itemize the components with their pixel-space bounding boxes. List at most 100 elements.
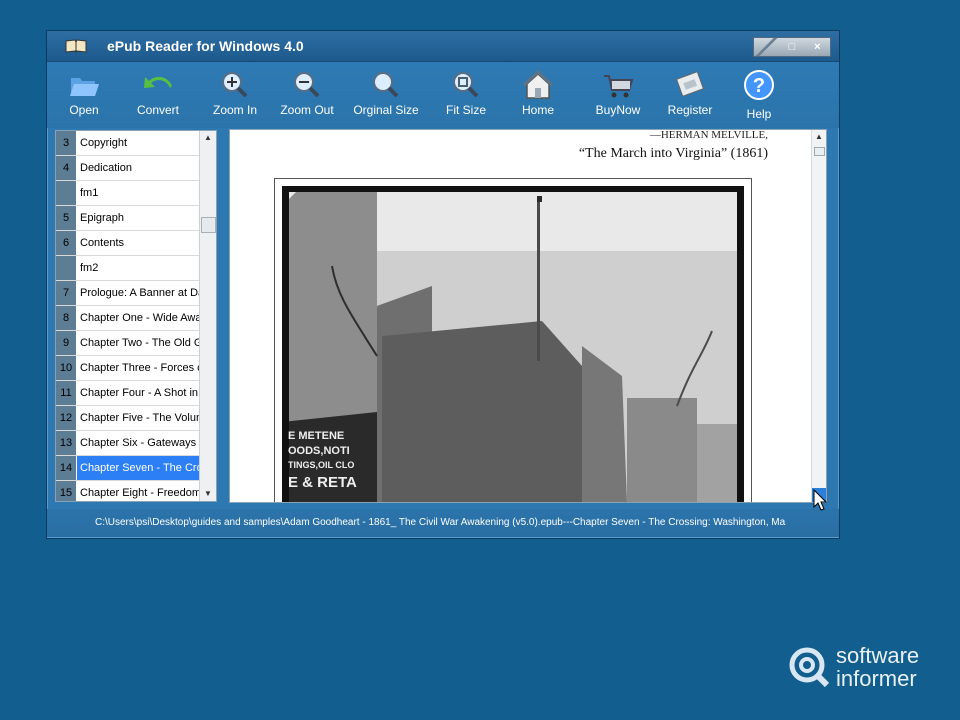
open-button[interactable]: Open	[48, 70, 120, 126]
toc-item[interactable]: 5 Epigraph	[56, 206, 216, 231]
photo-sign-text-2: OODS,NOTI	[288, 445, 350, 457]
software-informer-logo-icon	[789, 647, 830, 688]
toc-item[interactable]: 15 Chapter Eight - Freedom	[56, 481, 216, 501]
toc-item-number: 9	[56, 331, 77, 355]
toc-item-number: 5	[56, 206, 77, 230]
fit-size-button[interactable]: Fit Size	[430, 70, 502, 126]
register-icon	[675, 71, 705, 97]
toc-item-title: Chapter Four - A Shot in	[80, 387, 199, 399]
toc-item-title: fm1	[80, 187, 99, 199]
reader-scrollbar[interactable]: ▲	[811, 130, 826, 502]
scroll-up-arrow[interactable]: ▲	[200, 131, 216, 145]
photo-sign-text-4: E & RETA	[288, 474, 357, 491]
register-label: Register	[667, 103, 713, 117]
toc-item[interactable]: 11 Chapter Four - A Shot in	[56, 381, 216, 406]
toc-item[interactable]: fm1	[56, 181, 216, 206]
help-icon: ?	[744, 70, 774, 100]
reader-pane: —HERMAN MELVILLE, “The March into Virgin…	[229, 129, 827, 503]
toc-item-title: Prologue: A Banner at Da	[80, 287, 200, 299]
toc-item-number: 13	[56, 431, 77, 455]
help-button[interactable]: ? Help	[723, 70, 795, 126]
zoom-in-button[interactable]: Zoom In	[199, 70, 271, 126]
buy-now-label: BuyNow	[595, 103, 641, 117]
zoom-in-icon	[222, 72, 248, 98]
toolbar: Open Convert Zoom In Zoom Out Orginal Si…	[47, 62, 839, 128]
toc-item[interactable]: 8 Chapter One - Wide Awa	[56, 306, 216, 331]
open-folder-icon	[70, 78, 99, 96]
toc-item-title: Dedication	[80, 162, 132, 174]
toc-item[interactable]: 3 Copyright	[56, 131, 216, 156]
toc-item-number: 4	[56, 156, 77, 180]
convert-button[interactable]: Convert	[122, 70, 194, 126]
toc-item-title: Chapter Six - Gateways t	[80, 437, 200, 449]
convert-arrow-icon	[144, 76, 172, 88]
mouse-cursor-icon	[813, 489, 827, 511]
toc-item-title: Chapter One - Wide Awa	[80, 312, 200, 324]
toc-item[interactable]: 12 Chapter Five - The Volun	[56, 406, 216, 431]
toc-item-title: Epigraph	[80, 212, 125, 224]
toc-item-number: 12	[56, 406, 77, 430]
home-button[interactable]: Home	[502, 70, 574, 126]
original-size-button[interactable]: Orginal Size	[348, 70, 424, 126]
toc-scroll-thumb[interactable]	[201, 217, 216, 233]
photo-frame: E METENE OODS,NOTI TINGS,OIL CLO E & RET…	[274, 178, 752, 502]
toc-item-title: Chapter Three - Forces c	[80, 362, 200, 374]
convert-label: Convert	[136, 103, 180, 117]
toc-item[interactable]: 6 Contents	[56, 231, 216, 256]
maximize-button[interactable]: □	[779, 38, 804, 56]
open-label: Open	[69, 103, 99, 117]
toc-item-number: 10	[56, 356, 77, 380]
zoom-out-button[interactable]: Zoom Out	[271, 70, 343, 126]
reader-scroll-up-arrow[interactable]: ▲	[812, 130, 826, 144]
toc-item[interactable]: 4 Dedication	[56, 156, 216, 181]
watermark-line2: informer	[836, 666, 917, 691]
toc-item-title: Chapter Seven - The Cro	[77, 456, 200, 480]
home-label: Home	[521, 103, 554, 117]
fit-size-icon	[453, 72, 479, 98]
reader-scroll-thumb[interactable]	[814, 147, 825, 156]
toc-item-title: Chapter Five - The Volun	[80, 412, 200, 424]
toc-item[interactable]: 10 Chapter Three - Forces c	[56, 356, 216, 381]
register-button[interactable]: Register	[654, 70, 726, 126]
table-of-contents: 3 Copyright 4 Dedication fm1 5 Epigraph 6 Conten…	[55, 130, 217, 502]
status-bar: C:\Users\psi\Desktop\guides and samples\…	[47, 509, 839, 537]
toc-list: 3 Copyright 4 Dedication fm1 5 Epigraph 6 Conten…	[56, 131, 216, 501]
toc-item-title: Contents	[80, 237, 125, 249]
toc-item-number	[56, 181, 77, 205]
original-size-label: Orginal Size	[353, 103, 419, 117]
toc-item[interactable]: 9 Chapter Two - The Old G	[56, 331, 216, 356]
watermark-line1: software	[836, 643, 920, 668]
zoom-out-label: Zoom Out	[280, 103, 334, 117]
software-informer-watermark: software informer	[786, 641, 946, 693]
toc-item-title: Chapter Two - The Old G	[80, 337, 200, 349]
historic-photo: E METENE OODS,NOTI TINGS,OIL CLO E & RET…	[282, 186, 744, 502]
close-button[interactable]: ×	[805, 38, 830, 56]
status-path: C:\Users\psi\Desktop\guides and samples\…	[95, 517, 786, 528]
toc-item[interactable]: 7 Prologue: A Banner at Da	[56, 281, 216, 306]
toc-item-title: Chapter Eight - Freedom	[80, 487, 200, 499]
toc-item-number: 3	[56, 131, 77, 155]
minimize-button[interactable]	[754, 38, 780, 56]
svg-text:?: ?	[753, 75, 765, 97]
quote-author: —HERMAN MELVILLE,	[649, 129, 768, 141]
toc-item-number: 8	[56, 306, 77, 330]
toc-item-title: fm2	[80, 262, 99, 274]
title-bar[interactable]: ePub Reader for Windows 4.0 □ ×	[47, 31, 839, 62]
original-size-icon	[373, 72, 399, 98]
toc-item-number: 6	[56, 231, 77, 255]
scroll-down-arrow[interactable]: ▼	[200, 487, 216, 501]
app-window: ePub Reader for Windows 4.0 □ × Open Con…	[46, 30, 840, 539]
toc-item-number: 11	[56, 381, 77, 405]
toc-item-title: Copyright	[80, 137, 128, 149]
toc-scrollbar[interactable]: ▲ ▼	[199, 131, 216, 501]
photo-sign-text-1: E METENE	[288, 430, 345, 442]
toc-item[interactable]: fm2	[56, 256, 216, 281]
fit-size-label: Fit Size	[445, 103, 486, 117]
home-icon	[522, 70, 554, 99]
toc-item[interactable]: 13 Chapter Six - Gateways t	[56, 431, 216, 456]
zoom-in-label: Zoom In	[212, 103, 257, 117]
buy-now-button[interactable]: BuyNow	[582, 70, 654, 126]
photo-sign-text-3: TINGS,OIL CLO	[288, 460, 355, 470]
toc-item-number	[56, 256, 77, 280]
toc-item[interactable]: 14 Chapter Seven - The Cro	[56, 456, 216, 481]
